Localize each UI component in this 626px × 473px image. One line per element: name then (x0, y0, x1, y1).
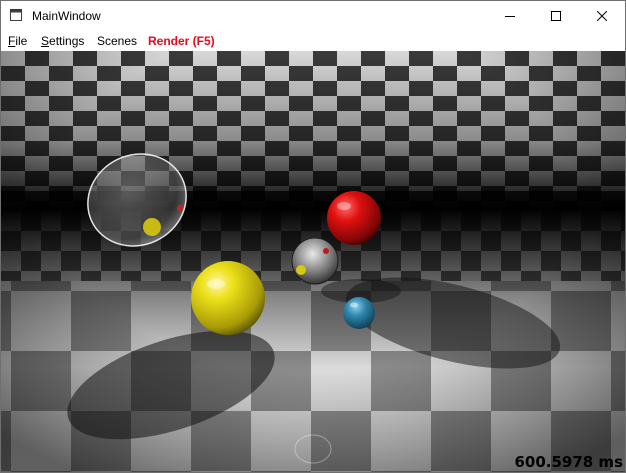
main-window: MainWindow File Settings Scenes Render (… (0, 0, 626, 473)
glass-sphere-refraction-red (177, 205, 183, 211)
menu-settings-label: ettings (49, 34, 85, 48)
render-viewport[interactable]: 600.5978 ms (1, 51, 625, 472)
minimize-icon (505, 16, 515, 17)
title-bar[interactable]: MainWindow (1, 1, 625, 31)
blue-sphere (343, 297, 375, 329)
red-sphere-highlight (337, 202, 351, 210)
menu-settings-mnemonic: S (41, 34, 50, 48)
yellow-sphere (191, 261, 265, 335)
menu-file-label: ile (15, 34, 28, 48)
close-icon (597, 11, 607, 21)
menu-bar: File Settings Scenes Render (F5) (1, 31, 625, 51)
red-sphere (327, 191, 381, 245)
yellow-sphere-highlight (207, 279, 225, 289)
window-title: MainWindow (32, 9, 101, 23)
glass-sphere-refraction-yellow (143, 218, 161, 236)
menu-file[interactable]: File (8, 31, 27, 51)
rendered-scene (1, 51, 625, 472)
app-icon (10, 9, 22, 21)
blue-sphere-highlight (350, 302, 358, 308)
mirror-sphere (291, 237, 339, 285)
maximize-icon (551, 11, 561, 21)
render-time-label: 600.5978 ms (514, 453, 623, 471)
maximize-button[interactable] (533, 1, 579, 31)
minimize-button[interactable] (487, 1, 533, 31)
mirror-sphere-reflection-yellow (296, 265, 306, 275)
menu-scenes[interactable]: Scenes (97, 31, 137, 51)
mirror-sphere-reflection-red (323, 248, 329, 254)
close-button[interactable] (579, 1, 625, 31)
menu-render[interactable]: Render (F5) (148, 31, 215, 51)
menu-settings[interactable]: Settings (41, 31, 84, 51)
